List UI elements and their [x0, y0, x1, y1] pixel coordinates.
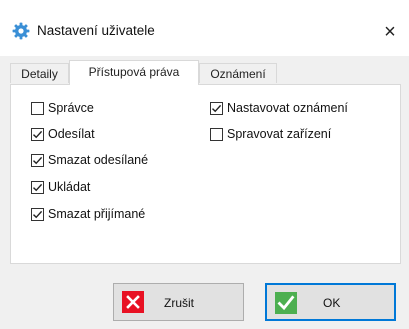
- tab-label: Přístupová práva: [88, 65, 180, 79]
- checkbox-smazat-prijimane[interactable]: Smazat přijímané: [31, 206, 145, 222]
- checkbox-odesilat[interactable]: Odesílat: [31, 126, 95, 142]
- checkmark-icon: [212, 104, 222, 112]
- checkmark-icon: [33, 210, 43, 218]
- cancel-icon: [122, 291, 144, 313]
- checkbox-box[interactable]: [210, 127, 223, 141]
- checkbox-spravce[interactable]: Správce: [31, 100, 94, 116]
- checkbox-label: Smazat přijímané: [48, 207, 146, 221]
- tab-label: Oznámení: [210, 67, 266, 81]
- checkbox-box[interactable]: [31, 180, 44, 194]
- checkbox-nastavovat-oznameni[interactable]: Nastavovat oznámení: [210, 100, 348, 116]
- tab-pristupova-prava[interactable]: Přístupová práva: [69, 60, 199, 85]
- ok-button-label: OK: [323, 296, 341, 310]
- checkbox-smazat-odesilane[interactable]: Smazat odesílané: [31, 152, 148, 168]
- tab-panel-access-rights: Správce Odesílat Smazat odesílané Ukláda…: [10, 84, 401, 264]
- cancel-button-label: Zrušit: [164, 296, 194, 310]
- tab-label: Detaily: [21, 67, 58, 81]
- checkbox-box[interactable]: [31, 207, 44, 221]
- ok-button[interactable]: OK: [265, 283, 396, 321]
- checkbox-label: Ukládat: [48, 180, 91, 194]
- checkbox-label: Odesílat: [48, 127, 95, 141]
- checkbox-label: Spravovat zařízení: [227, 127, 332, 141]
- checkbox-box[interactable]: [210, 101, 223, 115]
- tab-detaily[interactable]: Detaily: [10, 63, 69, 83]
- checkbox-label: Smazat odesílané: [48, 153, 149, 167]
- checkbox-box[interactable]: [31, 101, 44, 115]
- checkbox-ukladat[interactable]: Ukládat: [31, 179, 90, 195]
- gear-icon: [12, 22, 30, 40]
- checkmark-icon: [33, 130, 43, 138]
- checkbox-box[interactable]: [31, 153, 44, 167]
- checkbox-spravovat-zarizeni[interactable]: Spravovat zařízení: [210, 126, 331, 142]
- cancel-button[interactable]: Zrušit: [113, 283, 244, 321]
- checkbox-box[interactable]: [31, 127, 44, 141]
- checkmark-icon: [33, 156, 43, 164]
- checkbox-label: Nastavovat oznámení: [227, 101, 348, 115]
- close-icon[interactable]: ×: [384, 22, 396, 42]
- ok-check-icon: [275, 292, 297, 314]
- tab-oznameni[interactable]: Oznámení: [199, 63, 277, 83]
- title-bar: Nastavení uživatele ×: [0, 0, 409, 56]
- checkbox-label: Správce: [48, 101, 94, 115]
- window-title: Nastavení uživatele: [37, 23, 155, 38]
- checkmark-icon: [33, 183, 43, 191]
- close-button[interactable]: ×: [372, 14, 408, 50]
